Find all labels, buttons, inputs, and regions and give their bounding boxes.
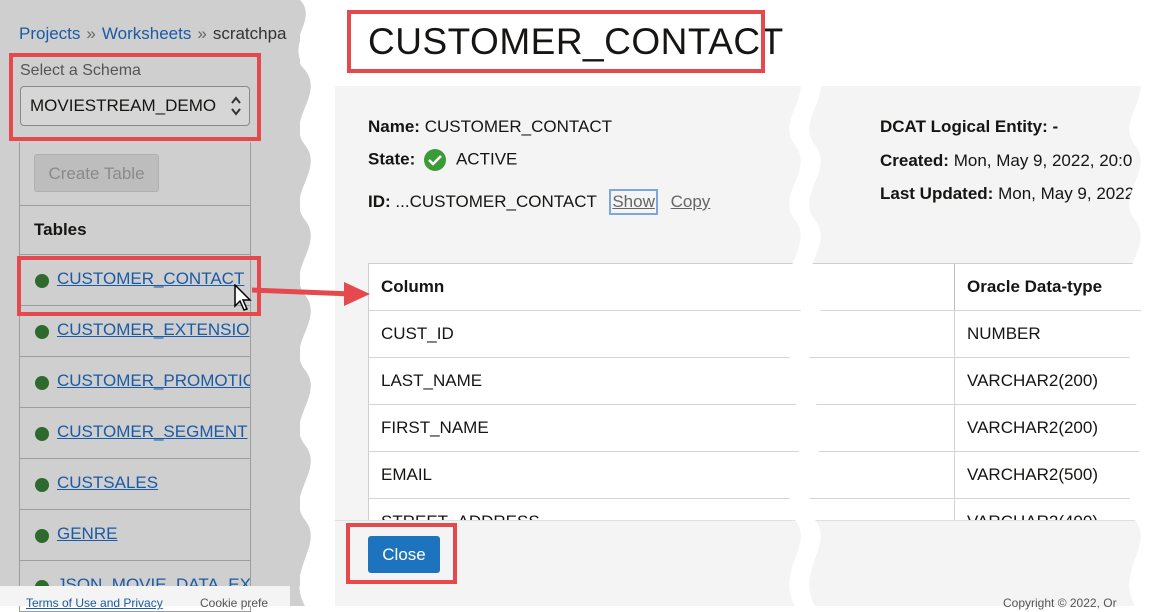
table-link[interactable]: CUSTOMER_EXTENSIO xyxy=(57,320,249,340)
table-link[interactable]: CUSTOMER_PROMOTIO xyxy=(57,371,250,391)
status-dot-icon xyxy=(35,274,49,288)
dialog-title: CUSTOMER_CONTACT xyxy=(368,21,784,63)
status-dot-icon xyxy=(35,376,49,390)
table-row: EMAILVARCHAR2(500) xyxy=(369,452,1151,499)
column-name-cell: STREET_ADDRESS xyxy=(369,499,955,523)
breadcrumb-projects[interactable]: Projects xyxy=(19,24,80,43)
copy-id-link[interactable]: Copy xyxy=(671,192,711,211)
tables-panel: Create Table Tables CUSTOMER_CONTACT CUS… xyxy=(19,142,251,612)
columns-grid: Column Oracle Data-type CUST_IDNUMBER LA… xyxy=(368,263,1151,522)
annotation-arrow-icon xyxy=(252,278,372,308)
status-dot-icon xyxy=(35,478,49,492)
table-list: CUSTOMER_CONTACT CUSTOMER_EXTENSIO CUSTO… xyxy=(20,255,250,612)
column-name-cell: LAST_NAME xyxy=(369,358,955,405)
cookie-link[interactable]: Cookie prefe xyxy=(200,596,268,610)
updated-label: Last Updated: xyxy=(880,184,993,203)
schema-select[interactable]: MOVIESTREAM_DEMO xyxy=(20,86,250,126)
table-item[interactable]: CUSTOMER_SEGMENT xyxy=(20,408,250,459)
mouse-pointer-icon xyxy=(234,284,254,312)
created-row: Created: Mon, May 9, 2022, 20:0 xyxy=(880,151,1132,171)
torn-edge-divider xyxy=(1115,0,1151,606)
table-item[interactable]: CUSTSALES xyxy=(20,459,250,510)
table-item[interactable]: CUSTOMER_CONTACT xyxy=(20,255,250,306)
state-value: ACTIVE xyxy=(456,149,517,168)
copyright-text: Copyright © 2022, Or xyxy=(1003,596,1117,610)
table-link[interactable]: CUSTSALES xyxy=(57,473,158,493)
column-name-cell: FIRST_NAME xyxy=(369,405,955,452)
chevron-updown-icon xyxy=(230,92,242,120)
dcat-label: DCAT Logical Entity: - xyxy=(880,117,1058,136)
name-label: Name: xyxy=(368,117,420,136)
table-row: CUST_IDNUMBER xyxy=(369,311,1151,358)
close-button[interactable]: Close xyxy=(368,536,440,573)
status-dot-icon xyxy=(35,427,49,441)
table-item[interactable]: CUSTOMER_EXTENSIO xyxy=(20,306,250,357)
state-label: State: xyxy=(368,149,415,168)
column-name-cell: CUST_ID xyxy=(369,311,955,358)
table-link[interactable]: CUSTOMER_CONTACT xyxy=(57,269,244,289)
breadcrumb-separator: » xyxy=(197,24,206,43)
show-id-link[interactable]: Show xyxy=(609,189,658,215)
status-dot-icon xyxy=(35,529,49,543)
created-label: Created: xyxy=(880,151,949,170)
table-row: STREET_ADDRESSVARCHAR2(400) xyxy=(369,499,1151,523)
footer-left: Terms of Use and Privacy Cookie prefe xyxy=(0,586,300,606)
column-header[interactable]: Column xyxy=(369,264,955,311)
updated-row: Last Updated: Mon, May 9, 2022, xyxy=(880,184,1139,204)
id-row: ID: ...CUSTOMER_CONTACT Show Copy xyxy=(368,189,710,215)
name-value: CUSTOMER_CONTACT xyxy=(425,117,612,136)
check-circle-icon xyxy=(424,149,446,171)
breadcrumb-worksheets[interactable]: Worksheets xyxy=(102,24,191,43)
schema-selected-value: MOVIESTREAM_DEMO xyxy=(30,96,216,115)
name-row: Name: CUSTOMER_CONTACT xyxy=(368,117,612,137)
state-row: State: ACTIVE xyxy=(368,149,517,171)
column-name-cell: EMAIL xyxy=(369,452,955,499)
table-item[interactable]: CUSTOMER_PROMOTIO xyxy=(20,357,250,408)
dcat-row: DCAT Logical Entity: - xyxy=(880,117,1058,137)
breadcrumb-current: scratchpa xyxy=(213,24,287,43)
terms-link[interactable]: Terms of Use and Privacy xyxy=(26,596,163,610)
breadcrumb-separator: » xyxy=(86,24,95,43)
table-row: FIRST_NAMEVARCHAR2(200) xyxy=(369,405,1151,452)
table-row: LAST_NAMEVARCHAR2(200) xyxy=(369,358,1151,405)
id-value: ...CUSTOMER_CONTACT xyxy=(395,192,596,211)
table-link[interactable]: CUSTOMER_SEGMENT xyxy=(57,422,248,442)
grid-header-row: Column Oracle Data-type xyxy=(369,264,1151,311)
created-value: Mon, May 9, 2022, 20:0 xyxy=(954,151,1133,170)
id-label: ID: xyxy=(368,192,391,211)
torn-edge-divider xyxy=(775,0,825,606)
table-item[interactable]: GENRE xyxy=(20,510,250,561)
table-link[interactable]: GENRE xyxy=(57,524,117,544)
status-dot-icon xyxy=(35,325,49,339)
create-table-button[interactable]: Create Table xyxy=(34,154,159,192)
tables-heading: Tables xyxy=(20,205,250,255)
dialog-footer: Close xyxy=(335,520,1151,587)
table-details-dialog: CUSTOMER_CONTACT Name: CUSTOMER_CONTACT … xyxy=(335,0,1151,606)
breadcrumb: Projects » Worksheets » scratchpa xyxy=(19,24,287,44)
schema-label: Select a Schema xyxy=(20,62,141,80)
